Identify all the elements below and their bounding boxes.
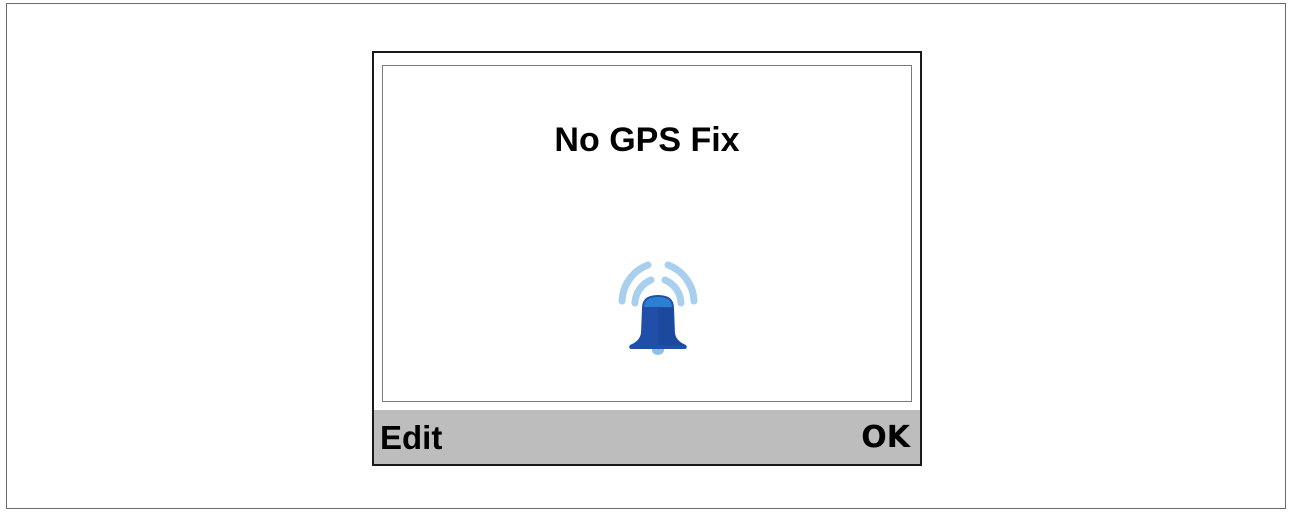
ok-softkey[interactable]: OK: [861, 418, 910, 458]
alarm-bell-icon: [618, 261, 698, 355]
device-screen: No GPS Fix Edit OK: [372, 51, 922, 466]
softkey-bar: Edit OK: [374, 410, 920, 464]
alert-panel: No GPS Fix: [382, 65, 912, 402]
alert-title: No GPS Fix: [554, 121, 740, 159]
edit-softkey[interactable]: Edit: [380, 418, 442, 458]
